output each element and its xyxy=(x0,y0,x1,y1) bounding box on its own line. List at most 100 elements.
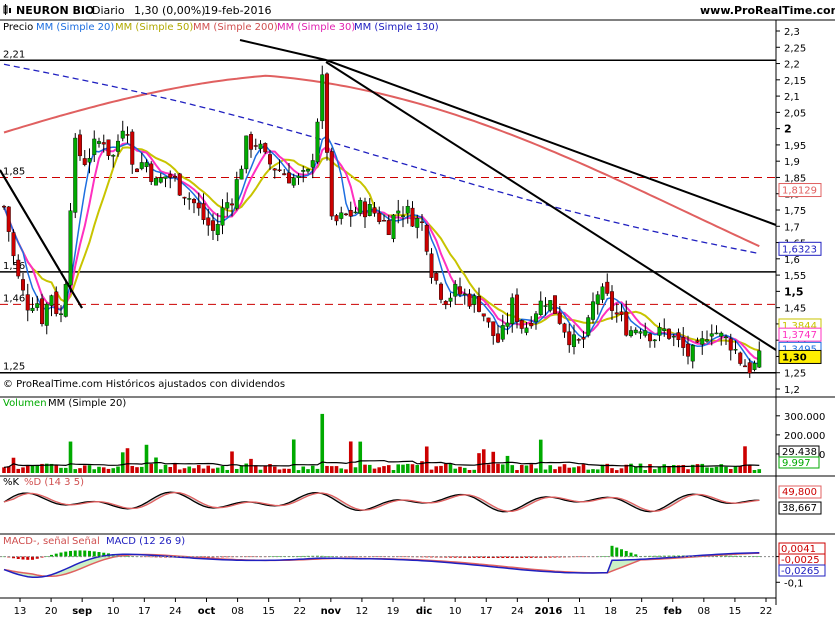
candle-body xyxy=(353,211,358,214)
volume-bar xyxy=(168,467,173,473)
candle-body xyxy=(671,335,676,338)
candle-body xyxy=(344,213,349,216)
candle-body xyxy=(334,215,339,222)
candle-body xyxy=(25,294,30,311)
candle-body xyxy=(453,283,458,297)
ma20-line xyxy=(3,134,760,365)
macd-last-label: 0,0041 xyxy=(781,544,816,555)
price-tick-label: 2,1 xyxy=(784,92,800,103)
volume-bar xyxy=(505,455,510,473)
volume-bar xyxy=(82,465,87,473)
candle-body xyxy=(172,176,177,178)
candle-body xyxy=(401,215,406,217)
candle-body xyxy=(268,154,273,165)
volume-bar xyxy=(429,469,434,473)
volume-bar xyxy=(752,470,757,473)
volume-bar xyxy=(315,468,320,473)
candle-body xyxy=(614,312,619,315)
volume-last-label: 29.438 xyxy=(782,447,817,458)
price-tick-label: 2,25 xyxy=(784,43,806,54)
price-tick-label: 2,2 xyxy=(784,60,800,71)
candle-body xyxy=(510,297,515,324)
candle-body xyxy=(391,214,396,239)
volume-bar xyxy=(519,465,524,473)
candle-body xyxy=(534,313,539,322)
volume-bar xyxy=(296,470,301,473)
volume-bar xyxy=(543,469,548,473)
candle-body xyxy=(629,330,634,337)
stochastic-fill xyxy=(4,492,760,512)
volume-bar xyxy=(73,469,78,473)
volume-bar xyxy=(111,468,116,473)
candle-body xyxy=(586,317,591,336)
volume-bar xyxy=(301,466,306,473)
volume-bar xyxy=(576,466,581,473)
candle-body xyxy=(163,176,168,179)
candle-body xyxy=(168,174,173,178)
legend-macd-signal: Señal xyxy=(72,536,100,547)
volume-bar xyxy=(2,467,6,473)
price-tick-label: 2,15 xyxy=(784,76,806,87)
volume-bar xyxy=(448,464,453,473)
x-tick-label: 19 xyxy=(387,606,400,617)
volume-bar xyxy=(211,468,215,473)
candle-body xyxy=(92,138,97,155)
price-tick-label: 1,95 xyxy=(784,141,806,152)
candle-body xyxy=(6,206,11,232)
candle-body xyxy=(111,154,116,157)
candle-body xyxy=(562,323,567,333)
candle-body xyxy=(82,158,87,165)
x-tick-label: 10 xyxy=(107,606,120,617)
level-label: 1,85 xyxy=(3,166,25,177)
candle-body xyxy=(557,312,562,324)
legend-volume-ma: MM (Simple 20) xyxy=(48,398,127,409)
volume-bar xyxy=(291,439,296,473)
candle-body xyxy=(733,349,738,351)
volume-bar xyxy=(567,467,572,473)
volume-bar xyxy=(652,469,657,473)
volume-bar xyxy=(272,466,277,473)
macd-histogram-bar xyxy=(69,550,72,557)
volume-bar xyxy=(68,441,73,473)
candle-body xyxy=(339,212,344,219)
candle-body xyxy=(196,202,201,209)
volume-bar xyxy=(225,469,230,473)
price-tick-label: 1,5 xyxy=(784,285,804,298)
volume-bar xyxy=(377,467,382,473)
volume-bar xyxy=(695,464,700,473)
candle-body xyxy=(743,365,748,368)
volume-bar xyxy=(524,465,529,473)
volume-bar xyxy=(59,467,63,473)
volume-bar xyxy=(477,453,481,473)
candle-body xyxy=(287,172,292,184)
volume-bar xyxy=(334,466,339,473)
candle-body xyxy=(633,329,638,334)
volume-bar xyxy=(220,466,225,473)
candle-body xyxy=(467,293,472,307)
macd-tick-label: -0,1 xyxy=(784,578,804,589)
candle-body xyxy=(59,313,64,315)
candle-body xyxy=(372,207,377,214)
candle-body xyxy=(310,160,315,168)
candle-body xyxy=(253,145,258,147)
candle-body xyxy=(477,296,482,312)
candle-body xyxy=(206,217,211,226)
volume-bar xyxy=(154,457,158,473)
candle-body xyxy=(448,297,453,302)
macd-histogram-bar xyxy=(615,547,619,557)
volume-bar xyxy=(306,469,310,473)
price-tick-label: 1,9 xyxy=(784,157,800,168)
volume-bar xyxy=(139,466,144,473)
price-tick-label: 1,25 xyxy=(784,369,806,380)
candle-body xyxy=(329,151,334,217)
candle-body xyxy=(543,305,548,307)
candle-body xyxy=(11,232,16,257)
level-label: 1,56 xyxy=(3,261,25,272)
level-label: 2,21 xyxy=(3,49,25,60)
price-tick-label: 1,6 xyxy=(784,255,800,266)
volume-bar xyxy=(548,465,553,473)
x-tick-label: 13 xyxy=(14,606,27,617)
candle-body xyxy=(134,168,139,173)
price-tick-label: 2,05 xyxy=(784,108,806,119)
volume-bar xyxy=(572,467,576,473)
